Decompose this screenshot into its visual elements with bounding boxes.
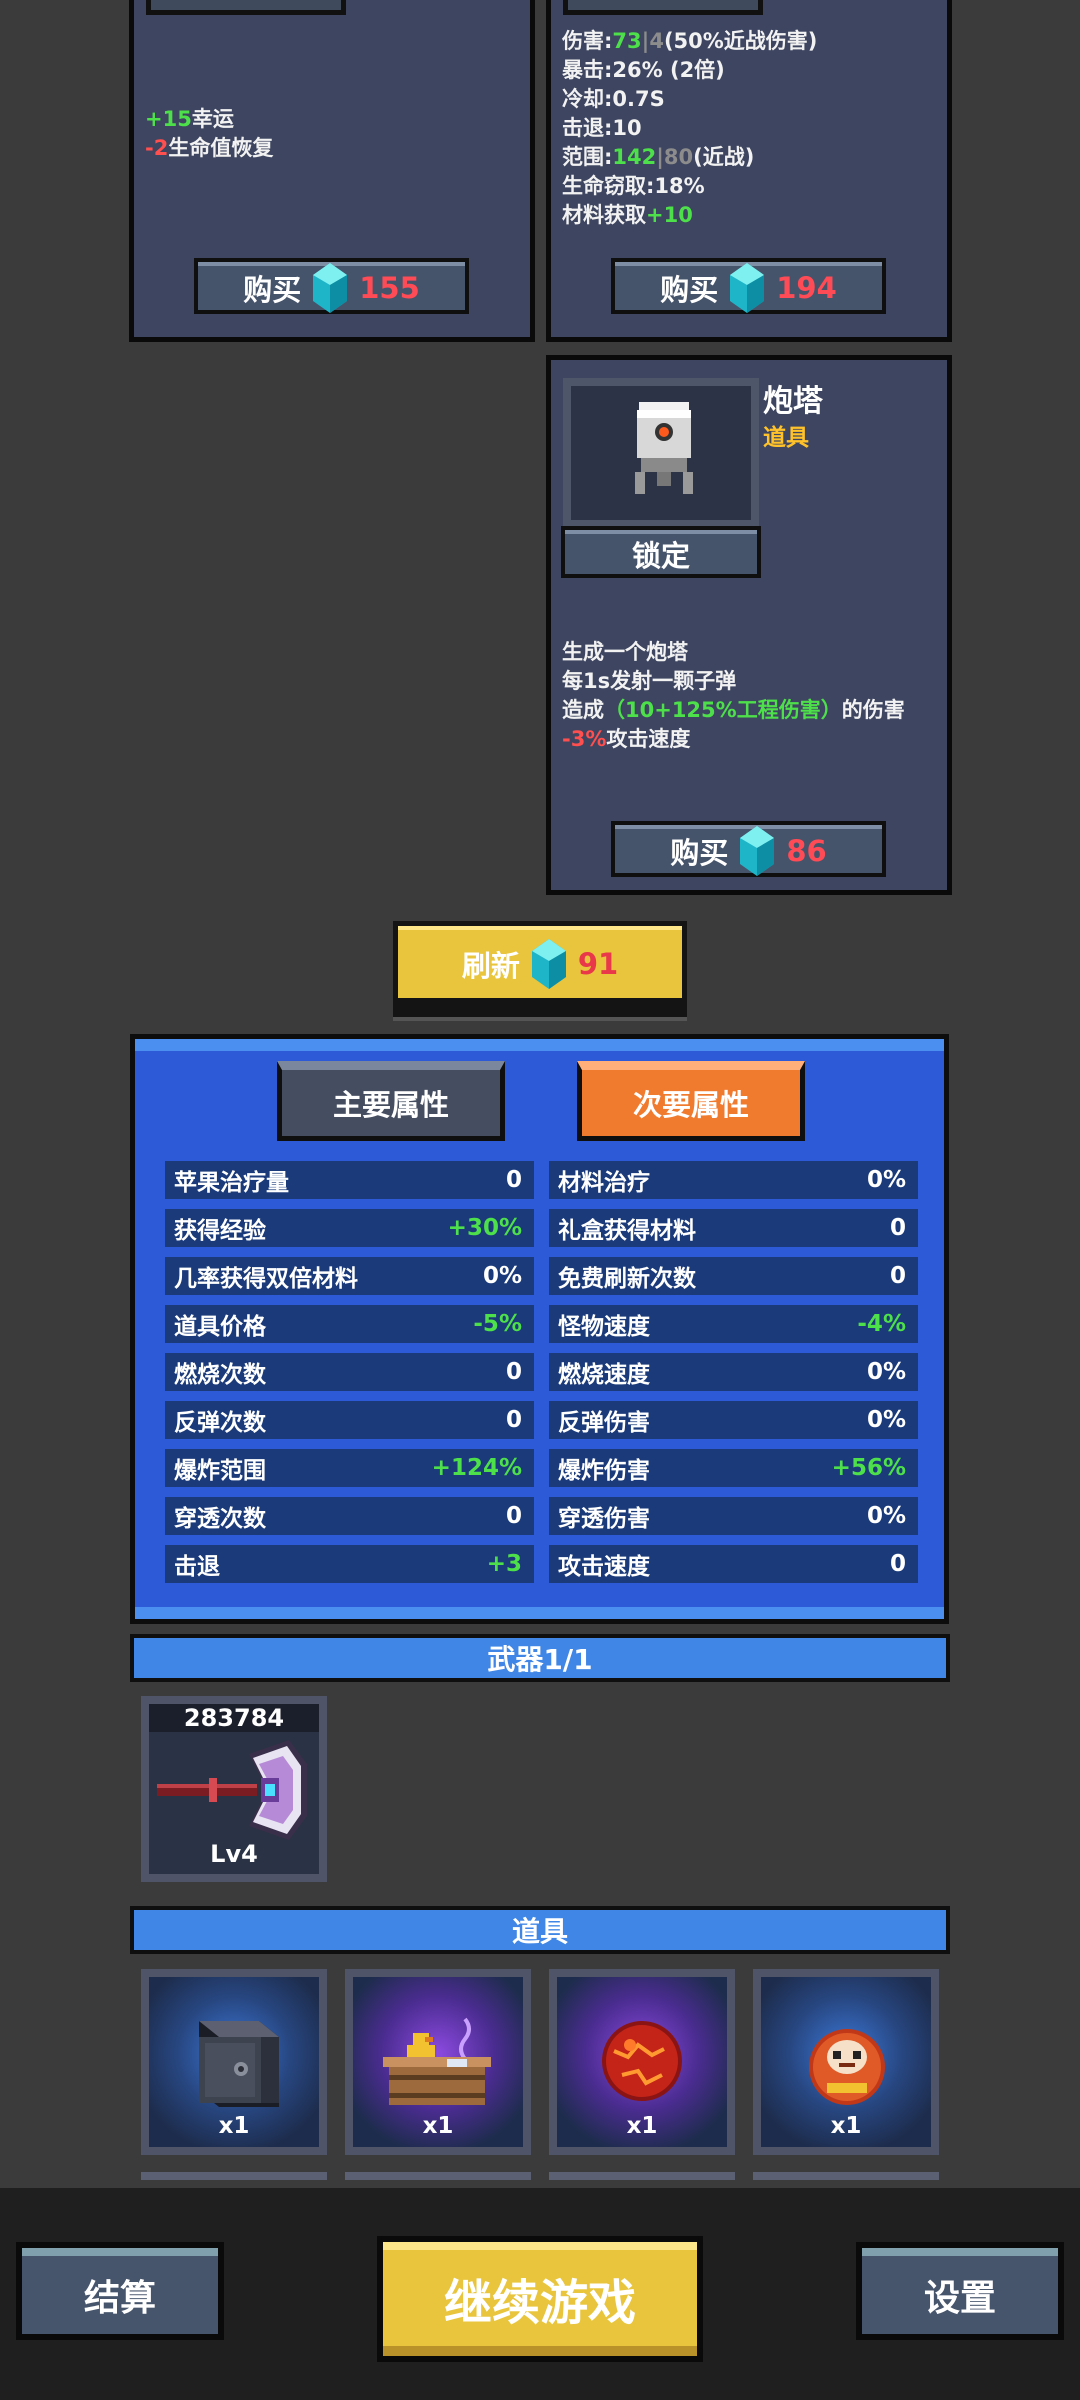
stat-row: 燃烧速度 0% — [549, 1353, 918, 1391]
stat-range: 范围:142|80(近战) — [562, 145, 755, 169]
stat-row: 怪物速度 -4% — [549, 1305, 918, 1343]
stat-line: +15幸运 — [145, 107, 234, 131]
item-quantity: x1 — [422, 2113, 454, 2139]
lock-button-left[interactable] — [146, 0, 346, 15]
stat-cooldown: 冷却:0.7S — [562, 87, 665, 111]
lock-label: 锁定 — [631, 539, 690, 573]
stat-row: 几率获得双倍材料 0% — [165, 1257, 534, 1295]
buy-label: 购买 — [660, 273, 719, 307]
weapon-level: Lv4 — [210, 1840, 258, 1868]
item-slot-partial — [753, 2172, 939, 2180]
stat-row: 材料治疗 0% — [549, 1161, 918, 1199]
stat-row: 获得经验 +30% — [165, 1209, 534, 1247]
price: 194 — [776, 271, 837, 305]
item-name: 炮塔 — [763, 384, 823, 419]
desc-line: -3%攻击速度 — [562, 727, 691, 751]
stat-row: 苹果治疗量 0 — [165, 1161, 534, 1199]
crystal-icon — [531, 939, 566, 990]
stat-row: 击退 +3 — [165, 1545, 534, 1583]
continue-game-button[interactable]: 继续游戏 — [377, 2236, 703, 2362]
stat-row: 反弹伤害 0% — [549, 1401, 918, 1439]
axe-icon — [157, 1740, 307, 1840]
stats-panel: 主要属性 次要属性 苹果治疗量 0 获得经验 +30% 几率获得双倍材料 0% 道具价… — [130, 1034, 949, 1624]
item-quantity: x1 — [218, 2113, 250, 2139]
refresh-label: 刷新 — [461, 949, 520, 984]
daruma-icon — [809, 2029, 885, 2105]
settle-button[interactable]: 结算 — [16, 2242, 224, 2340]
stat-row: 礼盒获得材料 0 — [549, 1209, 918, 1247]
settings-button[interactable]: 设置 — [856, 2242, 1064, 2340]
tab-secondary-attributes[interactable]: 次要属性 — [577, 1061, 805, 1141]
crystal-icon — [740, 826, 775, 876]
price: 155 — [359, 271, 420, 305]
stat-row: 免费刷新次数 0 — [549, 1257, 918, 1295]
weapons-header: 武器1/1 — [130, 1634, 950, 1682]
lock-button-right[interactable] — [563, 0, 763, 15]
item-slot[interactable]: x1 — [141, 1969, 327, 2155]
stat-row: 穿透次数 0 — [165, 1497, 534, 1535]
desc-line: 造成（10+125%工程伤害）的伤害 — [562, 698, 905, 722]
item-slot[interactable]: x1 — [345, 1969, 531, 2155]
refresh-price: 91 — [577, 947, 619, 982]
stat-crit: 暴击:26% (2倍) — [562, 58, 725, 82]
crystal-icon — [313, 263, 348, 313]
crystal-icon — [730, 263, 765, 313]
lock-button[interactable]: 锁定 — [561, 526, 761, 578]
tab-main-attributes[interactable]: 主要属性 — [277, 1061, 505, 1141]
shop-card-left: +15幸运 -2生命值恢复 购买 155 — [129, 0, 535, 342]
shop-card-turret: 锁定 炮塔 道具 生成一个炮塔 每1s发射一颗子弹 造成（10+125%工程伤害… — [546, 355, 952, 895]
item-quantity: x1 — [830, 2113, 862, 2139]
stat-row: 道具价格 -5% — [165, 1305, 534, 1343]
buy-button-right[interactable]: 购买 194 — [611, 258, 886, 314]
buy-label: 购买 — [670, 836, 729, 870]
bathtub-duck-icon — [383, 2017, 491, 2105]
lava-orb-icon — [602, 2021, 682, 2101]
buy-label: 购买 — [243, 273, 302, 307]
stat-row: 爆炸伤害 +56% — [549, 1449, 918, 1487]
item-slot-partial — [549, 2172, 735, 2180]
shop-card-right: 伤害:73|4(50%近战伤害) 暴击:26% (2倍) 冷却:0.7S 击退:… — [546, 0, 952, 342]
item-quantity: x1 — [626, 2113, 658, 2139]
stat-row: 穿透伤害 0% — [549, 1497, 918, 1535]
safe-icon — [199, 2021, 279, 2107]
stat-damage: 伤害:73|4(50%近战伤害) — [562, 29, 818, 53]
item-slot-partial — [345, 2172, 531, 2180]
stat-row: 反弹次数 0 — [165, 1401, 534, 1439]
stat-knockback: 击退:10 — [562, 116, 642, 140]
stat-row: 攻击速度 0 — [549, 1545, 918, 1583]
item-description: 生成一个炮塔 每1s发射一颗子弹 造成（10+125%工程伤害）的伤害 -3%攻… — [562, 638, 905, 754]
price: 86 — [786, 834, 827, 868]
weapon-score: 283784 — [149, 1704, 319, 1732]
weapon-slot[interactable]: 283784 Lv4 — [141, 1696, 327, 1882]
desc-line: 每1s发射一颗子弹 — [562, 669, 737, 693]
stat-line: -2生命值恢复 — [145, 136, 274, 160]
card-right-stats: 伤害:73|4(50%近战伤害) 暴击:26% (2倍) 冷却:0.7S 击退:… — [562, 27, 817, 230]
turret-icon — [635, 402, 693, 494]
stat-row: 燃烧次数 0 — [165, 1353, 534, 1391]
stat-row: 爆炸范围 +124% — [165, 1449, 534, 1487]
item-type: 道具 — [763, 425, 809, 451]
item-portrait — [563, 378, 759, 528]
buy-button-turret[interactable]: 购买 86 — [611, 821, 886, 877]
desc-line: 生成一个炮塔 — [562, 640, 688, 664]
card-left-stats: +15幸运 -2生命值恢复 — [145, 105, 273, 163]
refresh-button[interactable]: 刷新 91 — [393, 921, 687, 1017]
items-header: 道具 — [130, 1906, 950, 1954]
stat-lifesteal: 生命窃取:18% — [562, 174, 705, 198]
item-slot[interactable]: x1 — [549, 1969, 735, 2155]
item-slot-partial — [141, 2172, 327, 2180]
stat-material: 材料获取+10 — [562, 203, 693, 227]
buy-button-left[interactable]: 购买 155 — [194, 258, 469, 314]
item-slot[interactable]: x1 — [753, 1969, 939, 2155]
